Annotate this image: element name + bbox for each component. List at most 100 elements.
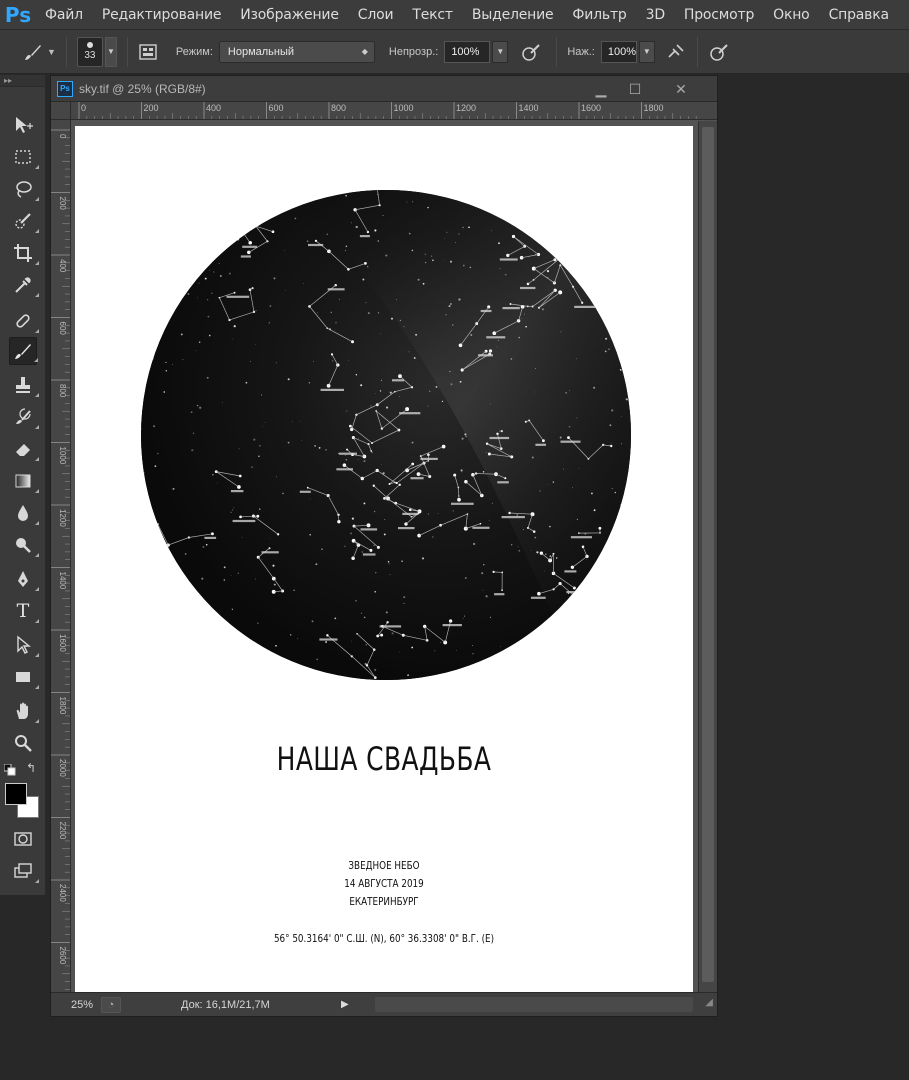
- ruler-v-label: 600: [58, 322, 67, 336]
- dodge-tool-icon[interactable]: [9, 531, 39, 559]
- crop-tool-icon[interactable]: [9, 239, 39, 267]
- ruler-h-label: 400: [206, 103, 221, 113]
- history-brush-tool-icon[interactable]: [9, 403, 39, 431]
- menu-image[interactable]: Изображение: [231, 7, 348, 23]
- document-tab[interactable]: Ps sky.tif @ 25% (RGB/8#) ▁ ☐ ✕: [51, 76, 717, 102]
- updown-icon: ◆: [361, 47, 368, 56]
- ruler-v-label: 1600: [58, 634, 67, 652]
- divider: [696, 36, 698, 67]
- flow-input[interactable]: 100%: [600, 40, 637, 63]
- vertical-ruler-ticks: 0 200 400 600 800 1000 1200 1400 1600 1800 2000 220…: [51, 129, 70, 990]
- opacity-dropdown[interactable]: ▼: [492, 40, 509, 63]
- zoom-level[interactable]: 25%: [51, 999, 97, 1011]
- close-icon[interactable]: ✕: [667, 79, 695, 99]
- menu-type[interactable]: Текст: [403, 7, 462, 23]
- status-menu-arrow-icon[interactable]: ▶: [341, 999, 349, 1010]
- brush-tool-preset-icon[interactable]: [22, 41, 44, 63]
- pressure-size-icon[interactable]: [708, 41, 730, 63]
- poster-title: НАША СВАДЬБА: [276, 740, 492, 778]
- flow-dropdown[interactable]: ▼: [638, 40, 655, 63]
- menu-bar: Ps Файл Редактирование Изображение Слои …: [0, 0, 909, 30]
- mode-select[interactable]: Нормальный ◆: [218, 40, 375, 63]
- menu-help[interactable]: Справка: [820, 7, 899, 23]
- brush-size-value: 33: [84, 50, 96, 61]
- brush-panel-toggle-icon[interactable]: [138, 42, 158, 62]
- ruler-h-label: 800: [331, 103, 346, 113]
- canvas-area[interactable]: НАША СВАДЬБА ЗВЕДНОЕ НЕБО 14 АВГУСТА 201…: [72, 121, 698, 992]
- ruler-v-label: 1400: [58, 572, 67, 590]
- chevron-down-icon[interactable]: ▼: [47, 47, 56, 57]
- mode-value: Нормальный: [227, 45, 295, 58]
- poster-canvas[interactable]: НАША СВАДЬБА ЗВЕДНОЕ НЕБО 14 АВГУСТА 201…: [75, 126, 693, 992]
- vertical-scrollbar-thumb[interactable]: [702, 127, 714, 982]
- swap-colors-icon[interactable]: ↰: [26, 761, 40, 775]
- menu-layers[interactable]: Слои: [349, 7, 404, 23]
- rectangle-tool-icon[interactable]: [9, 663, 39, 691]
- airbrush-icon[interactable]: [665, 41, 687, 63]
- brush-dot-icon: [86, 42, 93, 48]
- quick-mask-icon[interactable]: [9, 825, 37, 853]
- opacity-input[interactable]: 100%: [444, 40, 491, 63]
- ruler-v-label: 2400: [58, 884, 67, 902]
- ps-logo: Ps: [4, 2, 32, 27]
- resize-grip-icon[interactable]: ◢: [705, 997, 713, 1008]
- quick-selection-tool-icon[interactable]: [9, 207, 39, 235]
- mode-label: Режим:: [175, 45, 213, 58]
- star-map-circle: [141, 190, 631, 680]
- options-bar: ▼ 33 ▼ Режим: Нормальный ◆ Непрозр.: 100…: [0, 30, 909, 74]
- ruler-v-label: 2600: [58, 947, 67, 965]
- photoshop-window: Ps Файл Редактирование Изображение Слои …: [0, 0, 909, 1080]
- menu-view[interactable]: Просмотр: [675, 7, 764, 23]
- panel-grip[interactable]: ▸▸: [0, 75, 45, 87]
- ruler-v-label: 1800: [58, 697, 67, 715]
- path-selection-tool-icon[interactable]: [9, 631, 39, 659]
- vertical-ruler[interactable]: 0 200 400 600 800 1000 1200 1400 1600 1800 2000 220…: [51, 120, 71, 993]
- pressure-opacity-icon[interactable]: [520, 41, 542, 63]
- blur-tool-icon[interactable]: [9, 499, 39, 527]
- ruler-h-label: 1400: [519, 103, 539, 113]
- vertical-scrollbar[interactable]: [698, 121, 717, 992]
- brush-size-dropdown[interactable]: ▼: [104, 36, 117, 67]
- zoom-tool-icon[interactable]: [9, 729, 37, 757]
- ruler-v-label: 2000: [58, 759, 67, 777]
- screen-mode-icon[interactable]: [9, 857, 39, 885]
- ruler-h-label: 0: [81, 103, 86, 113]
- eyedropper-tool-icon[interactable]: [9, 271, 39, 299]
- default-colors-icon[interactable]: [3, 763, 16, 776]
- healing-brush-tool-icon[interactable]: [9, 307, 39, 335]
- clone-stamp-tool-icon[interactable]: [9, 371, 39, 399]
- marquee-tool-icon[interactable]: [9, 143, 39, 171]
- flow-label: Наж.:: [567, 45, 595, 58]
- ruler-v-label: 0: [58, 134, 67, 139]
- ruler-h-label: 1800: [644, 103, 664, 113]
- divider: [65, 36, 67, 67]
- minimize-icon[interactable]: ▁: [587, 79, 615, 99]
- lasso-tool-icon[interactable]: [9, 175, 39, 203]
- type-tool-icon[interactable]: T: [9, 597, 39, 625]
- ruler-h-label: 200: [144, 103, 159, 113]
- gradient-tool-icon[interactable]: [9, 467, 39, 495]
- brush-tool-icon[interactable]: [9, 337, 38, 365]
- foreground-color-swatch[interactable]: [5, 783, 27, 805]
- maximize-icon[interactable]: ☐: [621, 79, 649, 99]
- brush-size-picker[interactable]: 33: [76, 36, 103, 67]
- menu-filter[interactable]: Фильтр: [563, 7, 636, 23]
- menu-window[interactable]: Окно: [764, 7, 819, 23]
- zoom-preview-icon[interactable]: ◔: [101, 996, 121, 1013]
- tools-panel: ▸▸ T ↰: [0, 75, 46, 895]
- move-tool-icon[interactable]: [9, 111, 37, 139]
- horizontal-ruler[interactable]: 0 200 400 600 800 1000 1200 1400 1600 1800: [71, 102, 717, 120]
- hand-tool-icon[interactable]: [9, 697, 39, 725]
- menu-3d[interactable]: 3D: [637, 7, 675, 23]
- poster-subtitle: ЗВЕДНОЕ НЕБО: [348, 859, 420, 872]
- pen-tool-icon[interactable]: [9, 565, 39, 593]
- ruler-v-label: 1200: [58, 509, 67, 527]
- document-size: Док: 16,1M/21,7M: [181, 998, 270, 1011]
- eraser-tool-icon[interactable]: [9, 435, 39, 463]
- horizontal-scrollbar[interactable]: [375, 997, 693, 1012]
- menu-select[interactable]: Выделение: [463, 7, 564, 23]
- ruler-origin[interactable]: [51, 102, 71, 120]
- menu-edit[interactable]: Редактирование: [93, 7, 231, 23]
- menu-file[interactable]: Файл: [36, 7, 93, 23]
- document-window: Ps sky.tif @ 25% (RGB/8#) ▁ ☐ ✕ 0 200 400 6…: [50, 75, 718, 1017]
